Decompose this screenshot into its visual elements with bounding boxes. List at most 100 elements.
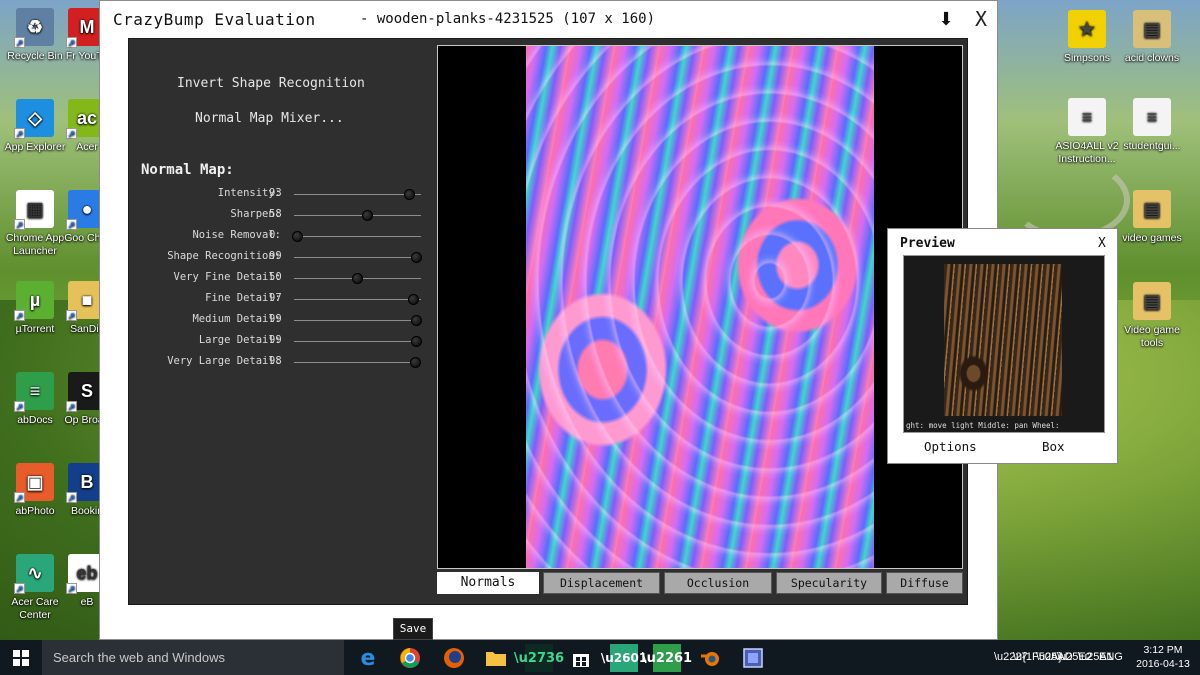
wood-preview-image — [944, 264, 1062, 416]
shortcut-arrow-icon: ↗ — [14, 128, 25, 139]
tab-specularity[interactable]: Specularity — [776, 572, 882, 594]
slider-label: Very Fine Detail: — [173, 271, 281, 283]
preview-3d-view[interactable]: ght: move light Middle: pan Wheel: — [903, 255, 1105, 433]
slider-row: Sharpen: 58 — [129, 206, 429, 224]
desktop-app-icon: ▤ — [1133, 282, 1171, 320]
shortcut-arrow-icon: ↗ — [14, 310, 25, 321]
slider-track[interactable] — [294, 299, 421, 300]
slider-knob[interactable] — [410, 336, 422, 347]
preview-controls-hint: ght: move light Middle: pan Wheel: — [906, 421, 1060, 430]
firefox-icon[interactable] — [440, 644, 468, 672]
blender-icon[interactable] — [696, 644, 724, 672]
desktop-app-icon: ◇ ↗ — [14, 99, 54, 139]
desktop-app-icon: ▦ ↗ — [14, 190, 54, 230]
shortcut-arrow-icon: ↗ — [66, 401, 77, 412]
slider-value: 93 — [269, 187, 282, 199]
slider-knob[interactable] — [361, 210, 373, 221]
normal-map-viewport[interactable] — [437, 45, 963, 569]
preview-options-button[interactable]: Options — [924, 439, 977, 454]
slider-label: Noise Removal: — [192, 229, 281, 241]
desktop-icon-label: acid clowns — [1124, 52, 1180, 64]
tab-normals[interactable]: Normals — [437, 572, 539, 594]
shortcut-arrow-icon: ↗ — [14, 37, 25, 48]
crazybump-logo-icon — [743, 648, 763, 668]
desktop-icon-label: studentgui... — [1123, 140, 1181, 152]
shortcut-arrow-icon: ↗ — [66, 37, 77, 48]
desktop-icon[interactable]: ▤ Video game tools — [1117, 282, 1187, 350]
slider-value: 58 — [269, 208, 282, 220]
preview-title: Preview — [900, 236, 955, 251]
slider-value: 99 — [269, 250, 282, 262]
tab-displacement[interactable]: Displacement — [543, 572, 660, 594]
slider-label: Medium Detail: — [192, 313, 281, 325]
normal-map-mixer-link[interactable]: Normal Map Mixer... — [195, 111, 344, 126]
slider-knob[interactable] — [409, 357, 421, 368]
language-indicator[interactable]: ENG — [1099, 640, 1123, 675]
abdocs-taskbar-icon[interactable]: \u2261 — [642, 644, 692, 672]
crazybump-window: CrazyBump Evaluation - wooden-planks-423… — [99, 0, 998, 640]
slider-track[interactable] — [294, 341, 421, 342]
slider-track[interactable] — [294, 215, 421, 216]
tab-occlusion[interactable]: Occlusion — [664, 572, 772, 594]
folder-icon — [486, 652, 506, 666]
map-tabs: Normals Displacement Occlusion Speculari… — [437, 572, 963, 594]
chrome-icon[interactable] — [396, 644, 424, 672]
slider-row: Large Detail: 99 — [129, 332, 429, 350]
slider-knob[interactable] — [408, 294, 420, 305]
invert-shape-recognition-link[interactable]: Invert Shape Recognition — [177, 76, 365, 91]
shortcut-arrow-icon: ↗ — [66, 219, 77, 230]
slider-label: Shape Recognition: — [167, 250, 281, 262]
preview-box-button[interactable]: Box — [1042, 439, 1065, 454]
slider-knob[interactable] — [410, 252, 422, 263]
desktop-icon[interactable]: ▤ video games — [1117, 190, 1187, 245]
desktop-icon[interactable]: ≡ ASIO4ALL v2 Instruction... — [1052, 98, 1122, 166]
normal-map-image — [526, 46, 874, 568]
desktop-app-icon: ▤ — [1133, 10, 1171, 48]
close-window-button[interactable]: X — [970, 7, 992, 31]
slider-knob[interactable] — [410, 315, 422, 326]
start-button[interactable] — [0, 640, 42, 675]
slider-track[interactable] — [294, 320, 421, 321]
tab-diffuse[interactable]: Diffuse — [886, 572, 963, 594]
desktop-icon[interactable]: ≡ studentgui... — [1117, 98, 1187, 153]
preview-window: Preview X ght: move light Middle: pan Wh… — [887, 228, 1118, 464]
desktop-app-icon: ★ — [1068, 10, 1106, 48]
slider-row: Noise Removal: 0 — [129, 227, 429, 245]
file-explorer-icon[interactable] — [482, 644, 510, 672]
slider-value: 0 — [269, 229, 276, 241]
save-tooltip: Save — [393, 618, 433, 640]
slider-knob[interactable] — [403, 189, 415, 200]
slider-row: Medium Detail: 99 — [129, 311, 429, 329]
preview-close-button[interactable]: X — [1098, 236, 1106, 251]
edge-icon[interactable]: e — [354, 644, 382, 672]
slider-track[interactable] — [294, 257, 421, 258]
slider-knob[interactable] — [352, 273, 363, 284]
desktop-icon[interactable]: ▤ acid clowns — [1117, 10, 1187, 65]
desktop-icon-label: ASIO4ALL v2 Instruction... — [1055, 140, 1119, 165]
slider-track[interactable] — [294, 362, 421, 363]
slider-track[interactable] — [294, 236, 421, 237]
desktop-icon[interactable]: ★ Simpsons — [1052, 10, 1122, 65]
acer-cloud-icon[interactable]: \u2601 — [601, 644, 647, 672]
shortcut-arrow-icon: ↗ — [66, 310, 77, 321]
desktop-app-icon: ≡ ↗ — [14, 372, 54, 412]
desktop-app-icon: ≡ — [1068, 98, 1106, 136]
slider-label: Very Large Detail: — [167, 355, 281, 367]
slider-value: 99 — [269, 313, 282, 325]
firefox-logo-icon — [444, 648, 464, 668]
slider-track[interactable] — [294, 194, 421, 195]
shortcut-arrow-icon: ↗ — [66, 492, 77, 503]
slider-row: Intensity: 93 — [129, 185, 429, 203]
store-icon[interactable] — [567, 644, 595, 672]
shortcut-arrow-icon: ↗ — [14, 219, 25, 230]
shortcut-arrow-icon: ↗ — [66, 583, 77, 594]
taskbar-clock[interactable]: 3:12 PM 2016-04-13 — [1130, 643, 1196, 671]
taskbar-search-box[interactable]: Search the web and Windows — [42, 640, 344, 675]
terminal-app-icon[interactable]: \u2736 — [514, 644, 564, 672]
desktop-app-icon: ♻ ↗ — [14, 8, 54, 48]
download-arrow-icon[interactable]: ⬇ — [936, 9, 956, 31]
desktop-icon-label: Video game tools — [1124, 324, 1180, 349]
crazybump-taskbar-icon[interactable] — [739, 644, 767, 672]
slider-knob[interactable] — [292, 231, 303, 242]
windows-logo-icon — [13, 649, 29, 666]
